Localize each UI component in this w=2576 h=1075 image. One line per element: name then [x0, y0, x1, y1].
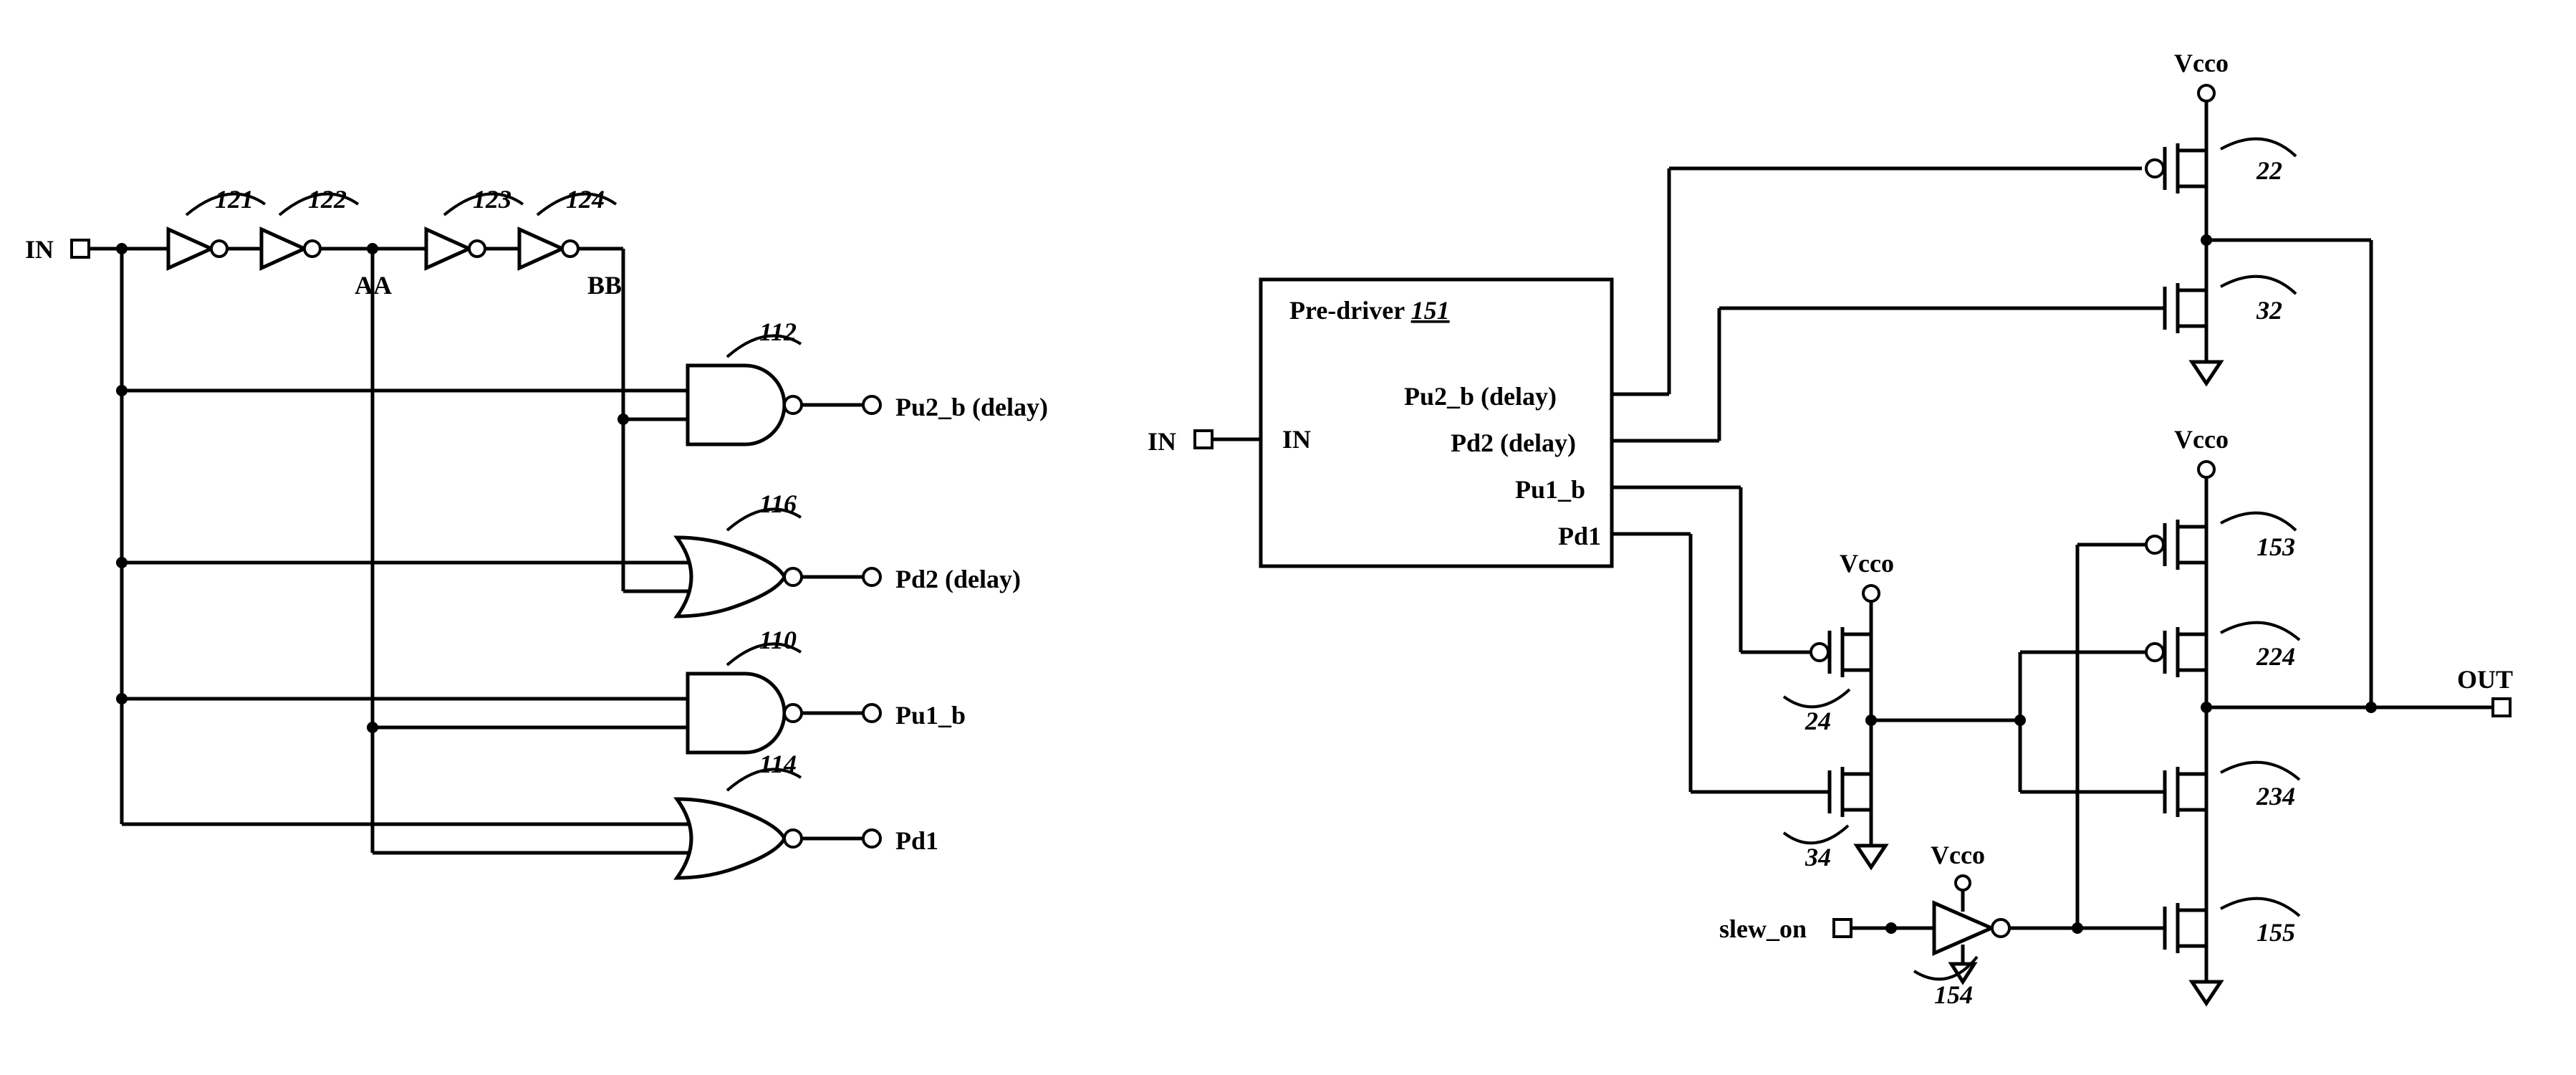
right-driver: Pre-driver 151 IN Pu2_b (delay) Pd2 (del… [1148, 49, 2513, 1009]
ref-34: 34 [1804, 843, 1831, 871]
ref-121: 121 [215, 185, 254, 214]
vcco-inv2434: Vcco [1840, 549, 1894, 624]
nmos-234: 234 [2146, 763, 2299, 821]
port-pu2b: Pu2_b (delay) [1404, 382, 1557, 411]
inverter-124: 124 [519, 185, 616, 268]
ref-153: 153 [2257, 532, 2295, 561]
ref-24: 24 [1804, 707, 1831, 735]
nand-gate-112: 112 [688, 317, 802, 444]
vcco-label-4: Vcco [1931, 841, 1985, 869]
in-label-left: IN [25, 235, 54, 264]
vcco-top: Vcco [2174, 49, 2229, 140]
inverter-121: 121 [168, 185, 265, 268]
port-pu1b: Pu1_b [1515, 475, 1585, 504]
nmos-32: 32 [2149, 277, 2296, 337]
ref-123: 123 [473, 185, 511, 214]
inverter-154: Vcco 154 [1914, 841, 2009, 1009]
vcco-label-2: Vcco [2174, 425, 2229, 454]
predriver-block: Pre-driver 151 IN Pu2_b (delay) Pd2 (del… [1261, 280, 1612, 566]
slew-on-label: slew_on [1719, 914, 1807, 943]
port-pd1: Pd1 [1558, 522, 1601, 550]
vcco-label-1: Vcco [2174, 49, 2229, 77]
pmos-153: 153 [2146, 513, 2296, 573]
ref-112: 112 [759, 317, 797, 346]
in-label-right: IN [1148, 427, 1176, 456]
port-pd2: Pd2 (delay) [1451, 429, 1576, 457]
in-terminal-right: IN [1148, 427, 1212, 456]
out-pd1: Pd1 [895, 826, 938, 855]
out-pu1b: Pu1_b [895, 701, 966, 730]
ref-234: 234 [2256, 782, 2295, 811]
bb-label: BB [587, 271, 622, 300]
pmos-22: 22 [2146, 139, 2296, 197]
ref-155: 155 [2257, 918, 2295, 947]
out-pd2-delay: Pd2 (delay) [895, 565, 1021, 593]
ref-110: 110 [759, 626, 797, 654]
predriver-ref: 151 [1411, 296, 1450, 325]
vcco-label-3: Vcco [1840, 549, 1894, 578]
ref-114: 114 [759, 750, 797, 778]
predriver-in-port: IN [1282, 425, 1311, 454]
inverter-122: 122 [261, 185, 358, 268]
nand-gate-110: 110 [688, 626, 802, 752]
ref-224: 224 [2256, 642, 2295, 671]
nor-gate-116: 116 [677, 489, 802, 616]
ref-154: 154 [1934, 980, 1973, 1009]
pmos-24: 24 [1784, 624, 1871, 735]
pmos-224: 224 [2146, 623, 2299, 681]
ref-124: 124 [566, 185, 605, 214]
predriver-title: Pre-driver [1289, 296, 1405, 325]
nmos-34: 34 [1784, 763, 1871, 871]
ref-116: 116 [759, 489, 797, 518]
left-predriver-logic: IN 121 122 AA 123 124 BB [25, 185, 1048, 878]
nor-gate-114: 114 [677, 750, 802, 878]
schematic-canvas: IN 121 122 AA 123 124 BB [0, 0, 2576, 1075]
in-terminal-left: IN [25, 235, 89, 264]
out-label: OUT [2457, 665, 2513, 694]
slew-on-terminal: slew_on [1719, 914, 1851, 943]
ref-32: 32 [2256, 296, 2282, 325]
ref-122: 122 [308, 185, 347, 214]
ref-22: 22 [2256, 156, 2282, 185]
out-pu2b-delay: Pu2_b (delay) [895, 393, 1048, 421]
nmos-155: 155 [2146, 899, 2299, 957]
svg-text:Pre-driver 151: Pre-driver 151 [1289, 296, 1450, 325]
vcco-mid: Vcco [2174, 425, 2229, 516]
inverter-123: 123 [426, 185, 523, 268]
